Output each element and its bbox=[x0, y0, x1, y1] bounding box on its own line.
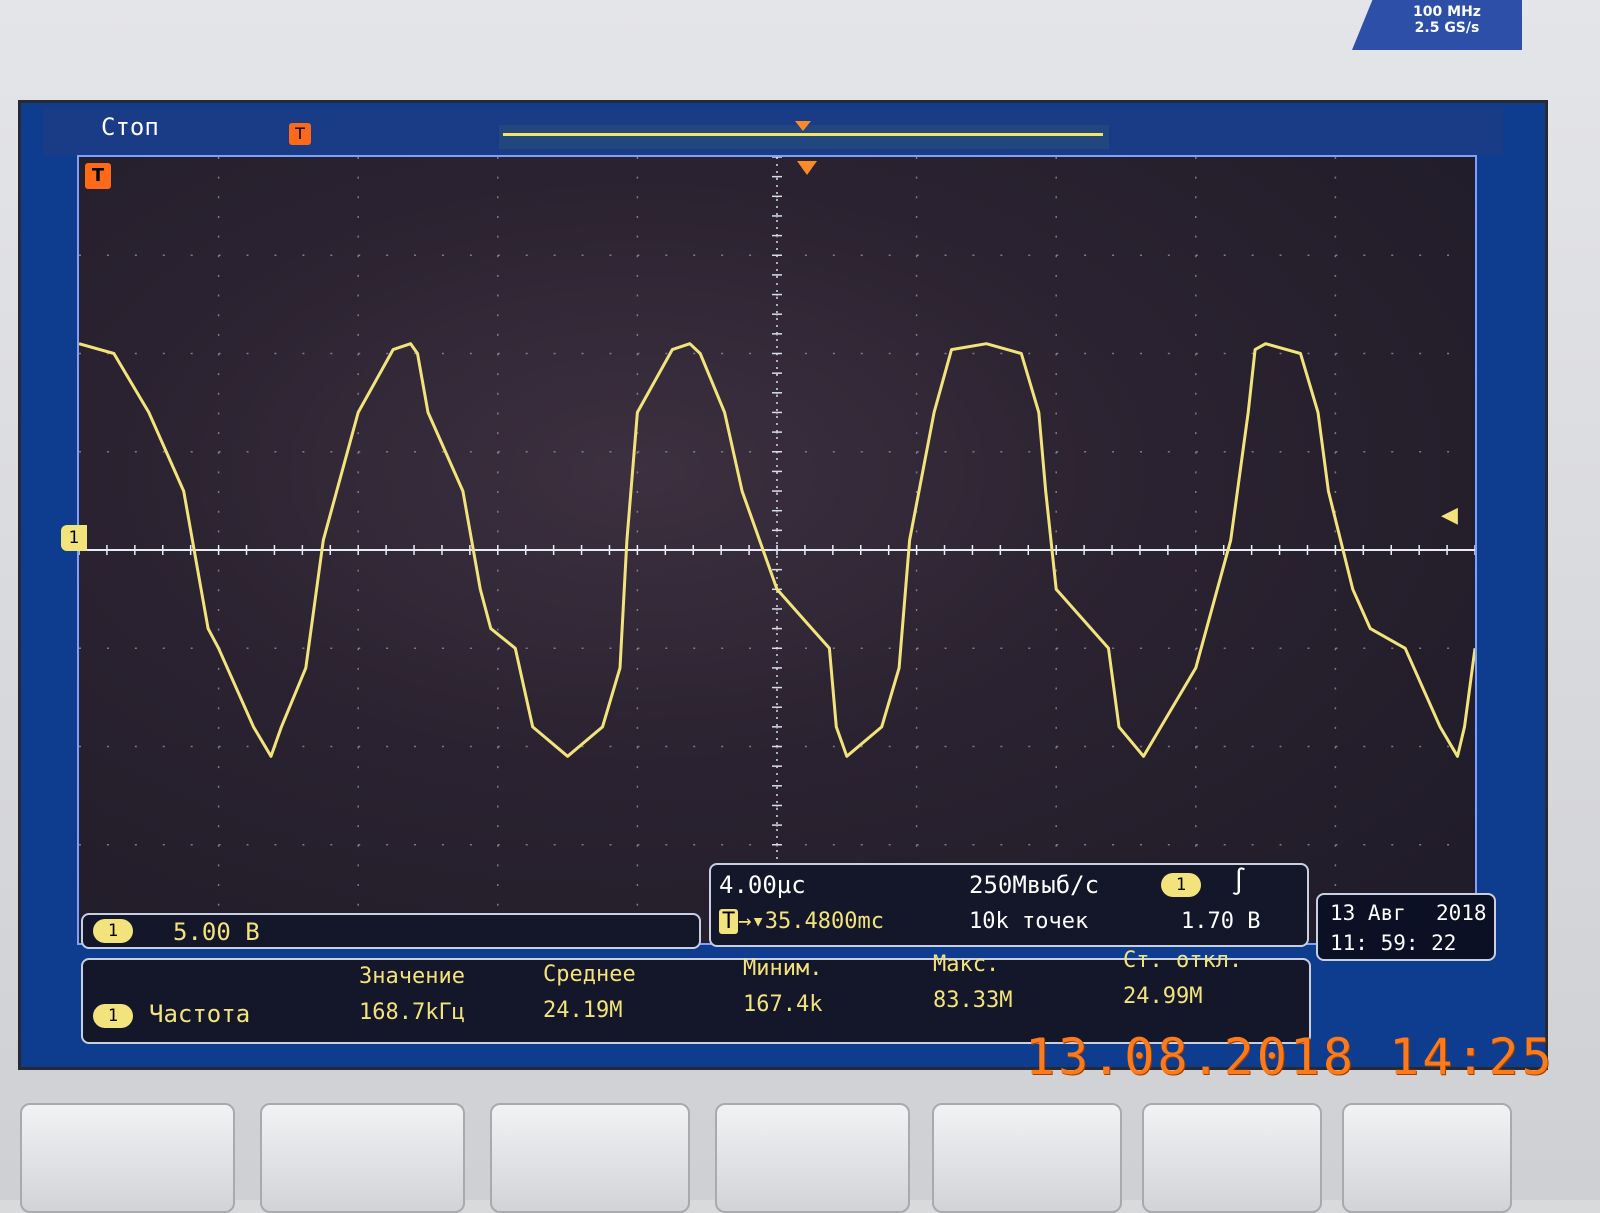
header-max: Макс. bbox=[933, 952, 1000, 977]
measurement-channel-badge: 1 bbox=[93, 1004, 133, 1028]
value-min: 167.4k bbox=[743, 992, 823, 1017]
trigger-channel-badge: 1 bbox=[1161, 873, 1201, 897]
rising-edge-icon: ∫ bbox=[1231, 867, 1247, 897]
waveform-plot bbox=[79, 157, 1475, 943]
record-length: 10k точек bbox=[969, 909, 1089, 934]
bezel-button-1[interactable] bbox=[20, 1103, 235, 1213]
bezel-button-row bbox=[0, 1085, 1600, 1213]
record-trigger-marker bbox=[795, 121, 811, 131]
spec-badge: 100 MHz 2.5 GS/s bbox=[1352, 0, 1522, 50]
run-state: Стоп bbox=[101, 113, 159, 141]
header-stddev: Ст. откл. bbox=[1123, 948, 1243, 973]
sample-rate: 250Мвыб/с bbox=[969, 871, 1100, 899]
trigger-position-icon: T bbox=[289, 123, 311, 145]
bezel-button-5[interactable] bbox=[932, 1103, 1122, 1213]
horizontal-scale: 4.00µс bbox=[719, 871, 806, 899]
timebase-panel[interactable]: 4.00µс T →▾35.4800mc 250Мвыб/с 10k точек … bbox=[709, 863, 1309, 947]
arrow-icon: →▾ bbox=[738, 909, 765, 934]
channel-scale-panel[interactable]: 1 5.00 В bbox=[81, 913, 701, 949]
channel-badge: 1 bbox=[93, 919, 133, 943]
record-view-bar bbox=[499, 121, 1109, 149]
measurement-name: Частота bbox=[149, 1000, 251, 1028]
camera-date-stamp: 13.08.2018 14:25 bbox=[1025, 1028, 1555, 1086]
bandwidth-label: 100 MHz bbox=[1413, 4, 1481, 20]
trigger-time-marker bbox=[797, 161, 817, 175]
trigger-position-readout: T →▾35.4800mc bbox=[719, 909, 884, 934]
record-window bbox=[503, 133, 1103, 136]
bezel-button-2[interactable] bbox=[260, 1103, 465, 1213]
bezel-button-6[interactable] bbox=[1142, 1103, 1322, 1213]
trigger-badge-icon: T bbox=[719, 909, 739, 934]
value-current: 168.7kГц bbox=[359, 1000, 465, 1025]
trigger-position: 35.4800mc bbox=[764, 909, 884, 934]
bezel-button-4[interactable] bbox=[715, 1103, 910, 1213]
date: 13 Авг bbox=[1330, 901, 1406, 925]
channel-ground-marker[interactable]: 1 bbox=[61, 525, 87, 551]
header-min: Миним. bbox=[743, 956, 823, 981]
time: 11: 59: 22 bbox=[1330, 931, 1457, 955]
scope-screen: Стоп T T 1 ◀ 1 5.00 В 4.00µс T →▾35.4800m… bbox=[18, 100, 1548, 1070]
trigger-level: 1.70 В bbox=[1181, 909, 1261, 934]
bezel-button-7[interactable] bbox=[1342, 1103, 1512, 1213]
sample-rate-label: 2.5 GS/s bbox=[1414, 20, 1480, 36]
vertical-scale: 5.00 В bbox=[173, 918, 260, 946]
brand-text bbox=[900, 0, 1140, 10]
header-value: Значение bbox=[359, 964, 465, 989]
waveform-display bbox=[77, 155, 1477, 945]
datetime-panel: 13 Авг 2018 11: 59: 22 bbox=[1316, 893, 1496, 961]
trigger-level-arrow-icon: ◀ bbox=[1441, 503, 1458, 528]
value-stddev: 24.99M bbox=[1123, 984, 1203, 1009]
header-mean: Среднее bbox=[543, 962, 636, 987]
year: 2018 bbox=[1436, 901, 1487, 925]
bezel-button-3[interactable] bbox=[490, 1103, 690, 1213]
value-max: 83.33M bbox=[933, 988, 1013, 1013]
trigger-marker-icon: T bbox=[85, 163, 111, 189]
value-mean: 24.19M bbox=[543, 998, 623, 1023]
